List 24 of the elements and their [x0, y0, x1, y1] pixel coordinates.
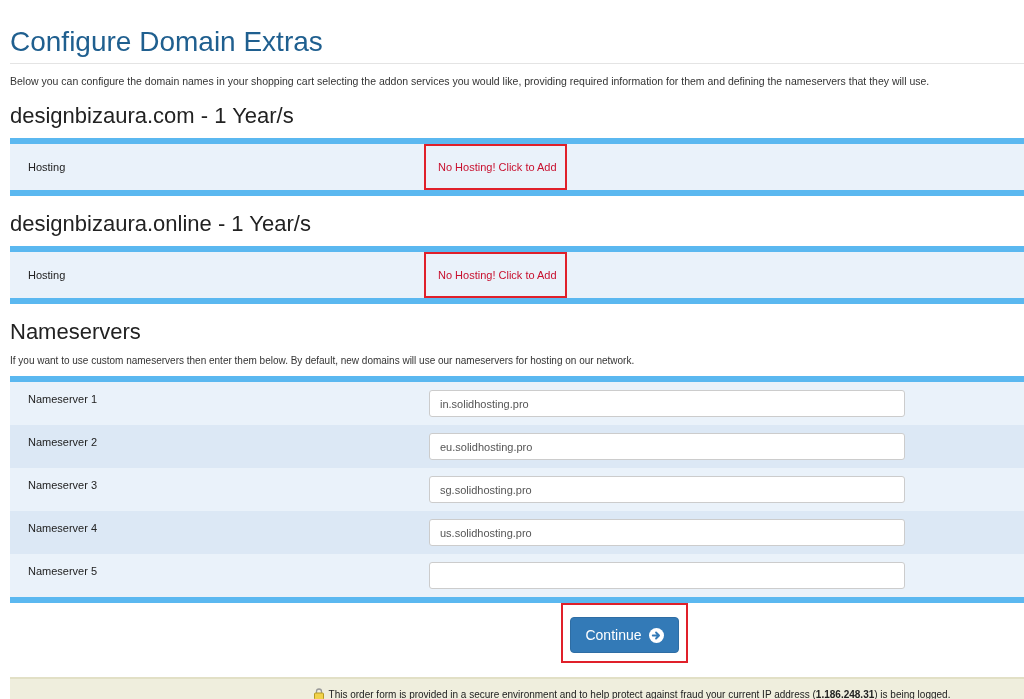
continue-button[interactable]: Continue: [570, 617, 679, 653]
section-heading: Nameservers: [10, 318, 142, 346]
nameserver-label: Nameserver 2: [27, 435, 99, 448]
page-title: Configure Domain Extras: [10, 25, 324, 59]
nameserver-field[interactable]: [429, 562, 905, 589]
intro-text: Below you can configure the domain names in your shopping cart selecting the addon services you would like, providing required information for them and defining the nameservers that they will use.: [10, 74, 931, 88]
nameserver-field[interactable]: eu.solidhosting.pro: [429, 433, 905, 460]
nameserver-label: Nameserver 3: [27, 478, 99, 491]
domain-heading: designbizaura.com - 1 Year/s: [10, 102, 295, 130]
padlock-icon: [313, 688, 324, 699]
nameserver-field[interactable]: sg.solidhosting.pro: [429, 476, 905, 503]
arrow-circle-icon: [648, 627, 664, 643]
domain-heading: designbizaura.online - 1 Year/s: [10, 210, 312, 238]
nameserver-label: Nameserver 4: [27, 521, 99, 534]
addon-label: Hosting: [27, 269, 67, 281]
nameservers-description: If you want to use custom nameservers then enter them below. By default, new domains will use our nameservers for hosting on our network.: [10, 354, 636, 367]
add-hosting-link[interactable]: No Hosting! Click to Add: [438, 161, 557, 173]
nameserver-label: Nameserver 5: [27, 564, 99, 577]
nameserver-label: Nameserver 1: [27, 392, 99, 405]
add-hosting-link[interactable]: No Hosting! Click to Add: [438, 269, 557, 281]
nameserver-field[interactable]: us.solidhosting.pro: [429, 519, 905, 546]
security-notice: This order form is provided in a secure environment and to help protect against fraud your current IP address (1.186.248.31) is being logged.: [328, 688, 951, 699]
nameserver-field[interactable]: in.solidhosting.pro: [429, 390, 905, 417]
addon-label: Hosting: [27, 161, 67, 173]
